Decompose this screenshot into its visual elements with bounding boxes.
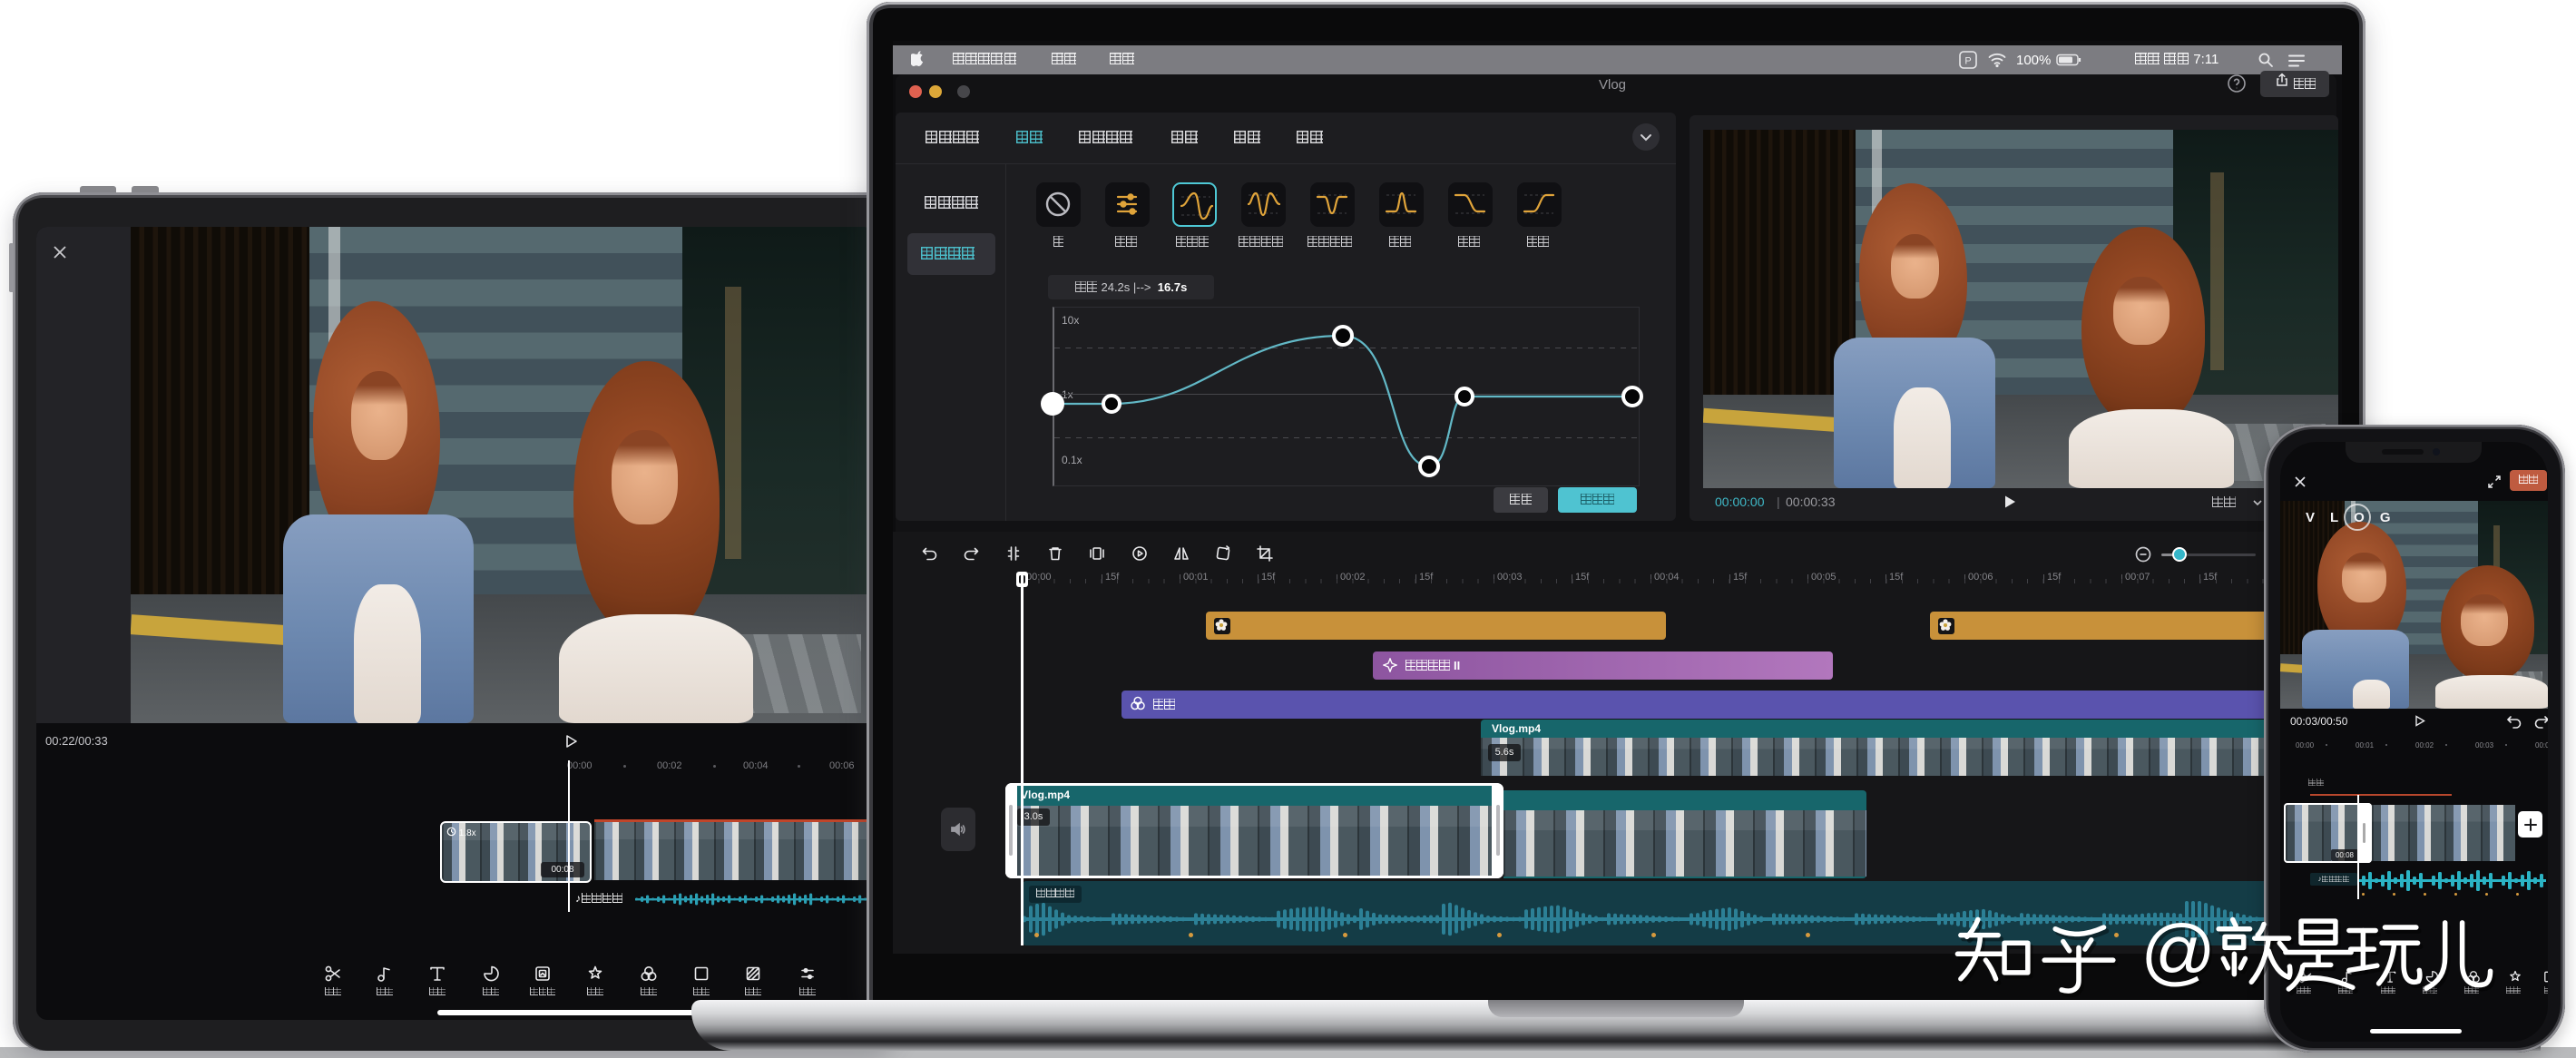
- svg-text:@: @: [2140, 911, 2216, 993]
- svg-text:P: P: [1964, 56, 1971, 67]
